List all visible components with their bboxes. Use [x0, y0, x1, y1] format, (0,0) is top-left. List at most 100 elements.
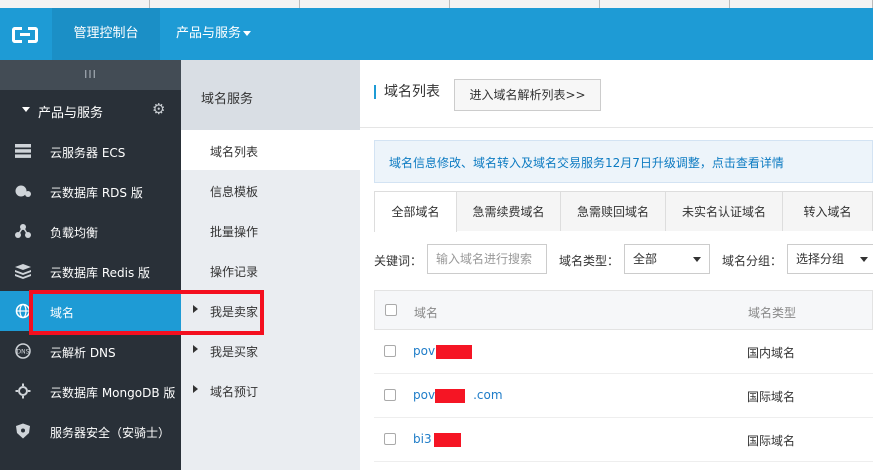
table-header: 域名 域名类型 [374, 290, 873, 330]
domain-link[interactable]: bi3 [413, 432, 432, 446]
domain-filter-tabs: 全部域名 急需续费域名 急需赎回域名 未实名认证域名 转入域名 [374, 191, 873, 232]
table-row: pov 国内域名 [374, 330, 873, 374]
subnav-item-label: 域名预订 [210, 385, 259, 399]
domain-type-label: 域名类型： [559, 254, 620, 268]
database-icon [15, 185, 31, 197]
sidebar-item-slb[interactable]: 负载均衡 [0, 211, 181, 251]
select-all-checkbox[interactable] [385, 304, 397, 316]
sidebar-item-label: 云数据库 MongoDB 版 [50, 386, 176, 400]
tab-all-domains[interactable]: 全部域名 [374, 191, 457, 232]
row-checkbox[interactable] [384, 389, 396, 401]
load-balancer-icon [15, 224, 31, 238]
cloud-logo-icon[interactable] [12, 27, 38, 43]
sidebar-section-header[interactable]: 产品与服务 ⚙ [0, 90, 181, 130]
sidebar-item-label: 云解析 DNS [50, 346, 116, 360]
sidebar-item-label: 负载均衡 [50, 226, 99, 240]
browser-tab[interactable] [300, 0, 450, 8]
subnav-item-batch-ops[interactable]: 批量操作 [181, 210, 360, 250]
domain-group-value: 选择分组 [796, 252, 845, 266]
sidebar-item-ecs[interactable]: 云服务器 ECS [0, 131, 181, 171]
subnav-item-preorder[interactable]: 域名预订 [181, 370, 360, 410]
subnav-title: 域名服务 [181, 60, 360, 130]
chevron-down-icon [860, 257, 868, 262]
domain-type-cell: 国内域名 [747, 346, 796, 360]
subnav-item-buyer[interactable]: 我是买家 [181, 330, 360, 370]
go-to-dns-list-button[interactable]: 进入域名解析列表>> [454, 79, 601, 111]
subnav-item-label: 信息模板 [210, 185, 259, 199]
tab-redemption-needed[interactable]: 急需赎回域名 [560, 191, 666, 231]
domain-type-cell: 国际域名 [747, 434, 796, 448]
domain-group-label: 域名分组： [722, 254, 783, 268]
filter-bar: 关键词： 输入域名进行搜索 域名类型： 全部 域名分组： 选择分组 [360, 232, 873, 288]
shield-icon [16, 423, 30, 439]
sidebar-item-security[interactable]: 服务器安全（安骑士） [0, 411, 181, 451]
browser-tab[interactable] [0, 0, 150, 8]
keyword-search-input[interactable]: 输入域名进行搜索 [427, 244, 547, 274]
gear-icon[interactable]: ⚙ [152, 100, 165, 118]
domain-type-cell: 国际域名 [747, 390, 796, 404]
domain-visible-text: pov [413, 388, 436, 402]
sidebar-item-label: 云数据库 RDS 版 [50, 186, 143, 200]
console-home-link[interactable]: 管理控制台 [52, 8, 160, 60]
sidebar-item-redis[interactable]: 云数据库 Redis 版 [0, 251, 181, 291]
sidebar-item-rds[interactable]: 云数据库 RDS 版 [0, 171, 181, 211]
subnav-item-label: 域名列表 [210, 145, 259, 159]
domain-type-value: 全部 [633, 252, 658, 266]
domain-group-select[interactable]: 选择分组 [787, 244, 873, 274]
row-checkbox[interactable] [384, 345, 396, 357]
table-row: pov .com 国际域名 [374, 374, 873, 418]
subnav-item-domain-list[interactable]: 域名列表 [181, 130, 360, 170]
main-content: 域名列表 进入域名解析列表>> 域名信息修改、域名转入及域名交易服务12月7日升… [360, 60, 873, 470]
redaction-mark [434, 433, 461, 447]
tab-unverified[interactable]: 未实名认证域名 [665, 191, 783, 231]
column-header-type: 域名类型 [748, 306, 797, 320]
browser-tab[interactable] [450, 0, 600, 8]
server-icon [15, 144, 31, 158]
browser-tab[interactable] [600, 0, 730, 8]
domain-visible-text: pov [413, 344, 436, 358]
row-checkbox[interactable] [384, 433, 396, 445]
subnav-item-label: 我是买家 [210, 345, 259, 359]
sidebar-item-dns[interactable]: DNS 云解析 DNS [0, 331, 181, 371]
annotation-highlight-box [29, 290, 264, 335]
browser-tab[interactable] [150, 0, 300, 8]
table-row: bi3 国际域名 [374, 418, 873, 462]
redaction-mark [435, 389, 465, 403]
sidebar-collapse-toggle[interactable]: III [0, 60, 181, 90]
dns-icon: DNS [15, 343, 31, 359]
subnav-item-label: 操作记录 [210, 265, 259, 279]
sidebar-section-label: 产品与服务 [38, 106, 104, 121]
chevron-down-icon [693, 257, 701, 262]
sidebar-item-label: 云数据库 Redis 版 [50, 266, 151, 280]
sidebar-item-label: 服务器安全（安骑士） [50, 426, 171, 440]
page-title: 域名列表 [374, 85, 440, 99]
page-header: 域名列表 进入域名解析列表>> [360, 60, 873, 128]
domain-type-select[interactable]: 全部 [624, 244, 710, 274]
column-header-domain: 域名 [414, 306, 439, 320]
domain-subnav: 域名服务 域名列表 信息模板 批量操作 操作记录 我是卖家 我是买家 域名预订 [181, 60, 360, 470]
sidebar-item-mongodb[interactable]: 云数据库 MongoDB 版 [0, 371, 181, 411]
caret-down-icon [22, 107, 30, 112]
subnav-item-op-records[interactable]: 操作记录 [181, 250, 360, 290]
redis-icon [15, 264, 31, 279]
keyword-label: 关键词： [374, 254, 423, 268]
products-services-menu[interactable]: 产品与服务 [176, 8, 252, 60]
caret-right-icon [193, 385, 198, 393]
chevron-down-icon [243, 31, 252, 36]
domain-visible-suffix: .com [473, 388, 503, 402]
browser-tab-strip [0, 0, 873, 8]
svg-text:DNS: DNS [17, 349, 30, 356]
browser-tab[interactable] [730, 0, 873, 8]
subnav-item-info-template[interactable]: 信息模板 [181, 170, 360, 210]
subnav-item-label: 批量操作 [210, 225, 259, 239]
tab-renewal-needed[interactable]: 急需续费域名 [456, 191, 561, 231]
domain-link[interactable]: pov [413, 344, 435, 358]
sidebar-item-label: 云服务器 ECS [50, 146, 126, 160]
caret-right-icon [193, 345, 198, 353]
redaction-mark [436, 345, 472, 359]
domain-table: 域名 域名类型 pov 国内域名 pov .com 国际域名 bi3 国际域名 [374, 290, 873, 470]
sidebar: III 产品与服务 ⚙ 云服务器 ECS 云数据库 RDS 版 负载均衡 云数据… [0, 60, 181, 470]
notice-banner-link[interactable]: 域名信息修改、域名转入及域名交易服务12月7日升级调整，点击查看详情 [374, 140, 873, 183]
mongodb-icon [15, 383, 31, 399]
tab-transfer-in[interactable]: 转入域名 [782, 191, 873, 231]
